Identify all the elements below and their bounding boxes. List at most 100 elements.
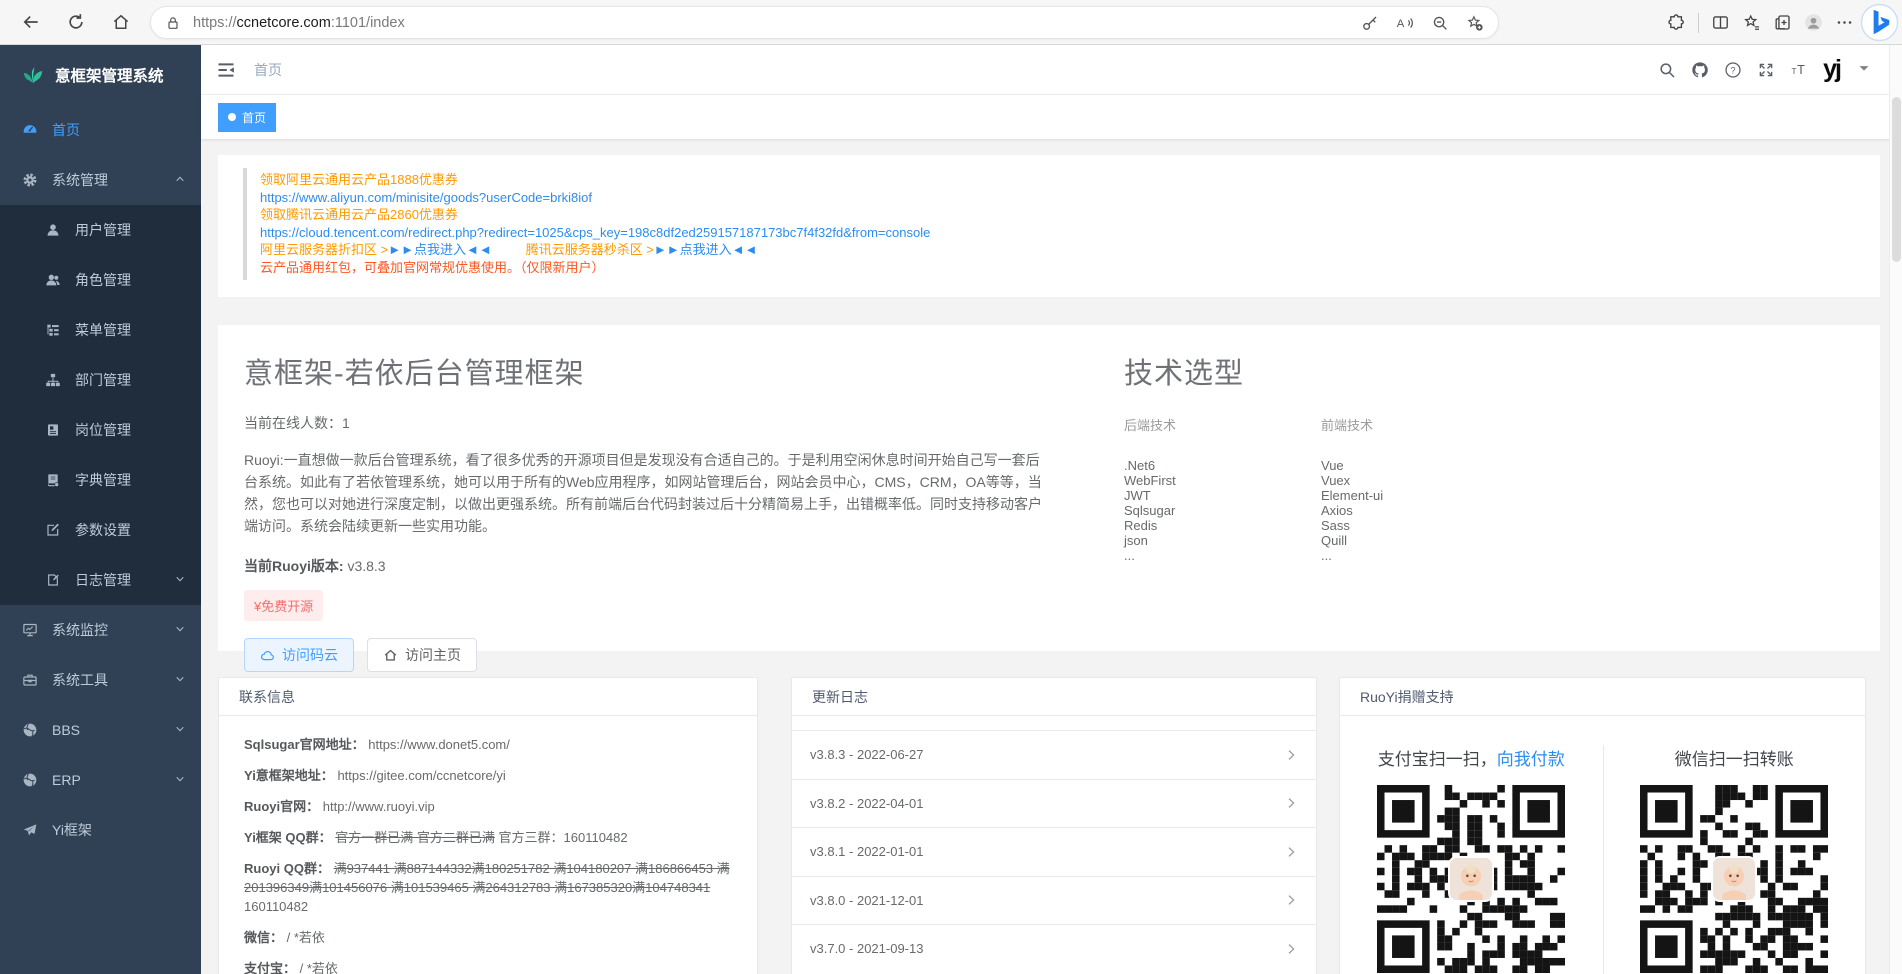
sidebar-item-menu-mgmt[interactable]: 菜单管理	[0, 305, 201, 355]
contact-info-card: 联系信息 Sqlsugar官网地址： https://www.donet5.co…	[218, 677, 758, 974]
changelog-row[interactable]: v3.8.0 - 2021-12-01	[792, 876, 1316, 925]
changelog-row[interactable]: v3.8.1 - 2022-01-01	[792, 827, 1316, 876]
toolbox-icon	[22, 672, 38, 688]
chevron-right-icon	[1284, 796, 1298, 810]
scrollbar-thumb[interactable]	[1892, 97, 1901, 262]
frontend-tech-list: 前端技术 Vue Vuex Element-ui Axios Sass Quil…	[1321, 415, 1518, 563]
donate-card: RuoYi捐赠支持 支付宝扫一扫，向我付款 微信扫一扫转账	[1339, 677, 1866, 974]
tab-home[interactable]: 首页	[218, 103, 276, 132]
chevron-down-icon	[174, 773, 186, 785]
sidebar-collapse-button[interactable]	[216, 60, 236, 80]
browser-menu-icon[interactable]	[1835, 13, 1854, 32]
hamburger-icon	[216, 60, 236, 80]
breadcrumb: 首页	[254, 60, 282, 80]
read-aloud-icon[interactable]: A	[1396, 14, 1414, 32]
log-icon	[45, 572, 61, 588]
browser-refresh-button[interactable]	[57, 3, 95, 41]
online-count: 当前在线人数：1	[244, 413, 1044, 433]
sidebar-item-dept-mgmt[interactable]: 部门管理	[0, 355, 201, 405]
svg-text:T: T	[1797, 61, 1805, 76]
alipay-donate-column: 支付宝扫一扫，向我付款	[1340, 745, 1603, 974]
backend-tech-list: 后端技术 .Net6 WebFirst JWT Sqlsugar Redis j…	[1124, 415, 1321, 563]
chevron-right-icon	[1284, 893, 1298, 907]
changelog-row[interactable]: v3.8.2 - 2022-04-01	[792, 779, 1316, 828]
app-logo[interactable]: 意框架管理系统	[0, 45, 201, 105]
cloud-icon	[260, 648, 275, 663]
chevron-down-icon	[174, 623, 186, 635]
tencent-enter-link[interactable]: ►►点我进入◄◄	[654, 242, 757, 257]
chevron-down-icon	[174, 673, 186, 685]
search-icon[interactable]	[1658, 61, 1676, 79]
svg-text:A: A	[1397, 17, 1405, 29]
sidebar-submenu: 用户管理 角色管理 菜单管理 部门管理 岗位管理 字典管理 参数设置 日志管理	[0, 205, 201, 605]
help-icon[interactable]: ?	[1724, 61, 1742, 79]
address-bar[interactable]: https://ccnetcore.com:1101/index A	[150, 6, 1499, 39]
sidebar-item-yi-framework[interactable]: Yi框架	[0, 805, 201, 855]
sidebar-item-user-mgmt[interactable]: 用户管理	[0, 205, 201, 255]
sidebar-item-label: 首页	[52, 120, 80, 140]
notice-link-tencent[interactable]: https://cloud.tencent.com/redirect.php?r…	[260, 224, 1880, 242]
fullscreen-icon[interactable]	[1757, 61, 1775, 79]
edit-icon	[45, 522, 61, 538]
sidebar-item-system-mgmt[interactable]: 系统管理	[0, 155, 201, 205]
split-screen-icon[interactable]	[1711, 13, 1730, 32]
avatar-dropdown-caret[interactable]	[1855, 59, 1873, 80]
lock-icon	[165, 15, 181, 31]
sidebar-item-erp[interactable]: ERP	[0, 755, 201, 805]
notice-promo-line: 阿里云服务器折扣区 >►►点我进入◄◄腾讯云服务器秒杀区 >►►点我进入◄◄	[260, 241, 1880, 259]
qr-pattern	[1377, 960, 1565, 974]
app-title: 意框架管理系统	[55, 64, 164, 86]
notice-link-aliyun[interactable]: https://www.aliyun.com/minisite/goods?us…	[260, 189, 1880, 207]
gear-icon	[22, 172, 38, 188]
font-size-icon[interactable]: TT	[1790, 61, 1808, 79]
chevron-up-icon	[174, 173, 186, 185]
visit-gitee-button[interactable]: 访问码云	[244, 638, 354, 672]
add-favorite-icon[interactable]	[1466, 14, 1484, 32]
user-avatar[interactable]: yj	[1823, 57, 1840, 82]
aliyun-enter-link[interactable]: ►►点我进入◄◄	[388, 242, 491, 257]
caret-down-icon	[1855, 59, 1873, 77]
visit-homepage-button[interactable]: 访问主页	[367, 638, 477, 672]
sidebar-item-dict-mgmt[interactable]: 字典管理	[0, 455, 201, 505]
collections-icon[interactable]	[1773, 13, 1792, 32]
tech-title: 技术选型	[1124, 350, 1518, 392]
sidebar-item-param-settings[interactable]: 参数设置	[0, 505, 201, 555]
favorites-icon[interactable]	[1742, 13, 1761, 32]
url-text: https://ccnetcore.com:1101/index	[193, 15, 1361, 31]
sidebar-item-log-mgmt[interactable]: 日志管理	[0, 555, 201, 605]
github-icon[interactable]	[1691, 61, 1709, 79]
tab-active-dot	[228, 113, 236, 121]
profile-avatar[interactable]	[1804, 13, 1823, 32]
book-icon	[45, 472, 61, 488]
changelog-row[interactable]: v3.8.3 - 2022-06-27	[792, 730, 1316, 779]
bing-copilot-button[interactable]	[1860, 3, 1899, 42]
sidebar: 意框架管理系统 首页 系统管理 用户管理 角色管理 菜单管理 部门管理 岗位管理…	[0, 45, 201, 974]
user-icon	[45, 222, 61, 238]
sidebar-item-bbs[interactable]: BBS	[0, 705, 201, 755]
arrow-left-icon	[21, 12, 41, 32]
tabs-bar: 首页	[201, 95, 1902, 139]
home-icon	[111, 12, 131, 32]
password-key-icon[interactable]	[1361, 14, 1379, 32]
wechat-qr-code	[1640, 785, 1828, 973]
sidebar-item-system-tools[interactable]: 系统工具	[0, 655, 201, 705]
tab-label: 首页	[242, 109, 266, 126]
browser-back-button[interactable]	[12, 3, 50, 41]
alipay-pay-link[interactable]: 向我付款	[1497, 750, 1565, 769]
version-line: 当前Ruoyi版本: v3.8.3	[244, 556, 1044, 576]
zoom-out-icon[interactable]	[1431, 14, 1449, 32]
qr-pattern	[1640, 960, 1828, 974]
extensions-icon[interactable]	[1667, 13, 1686, 32]
sidebar-item-system-monitor[interactable]: 系统监控	[0, 605, 201, 655]
browser-home-button[interactable]	[102, 3, 140, 41]
sidebar-item-role-mgmt[interactable]: 角色管理	[0, 255, 201, 305]
sidebar-item-home[interactable]: 首页	[0, 105, 201, 155]
sidebar-item-post-mgmt[interactable]: 岗位管理	[0, 405, 201, 455]
changelog-row[interactable]: v3.7.0 - 2021-09-13	[792, 924, 1316, 973]
qr-center-baby-photo	[1711, 856, 1757, 902]
bing-icon	[1860, 3, 1899, 42]
list-icon	[45, 322, 61, 338]
contact-row: 支付宝： / *若依	[244, 959, 732, 974]
sidebar-item-label: 系统管理	[52, 170, 108, 190]
contact-row: 微信： / *若依	[244, 928, 732, 947]
